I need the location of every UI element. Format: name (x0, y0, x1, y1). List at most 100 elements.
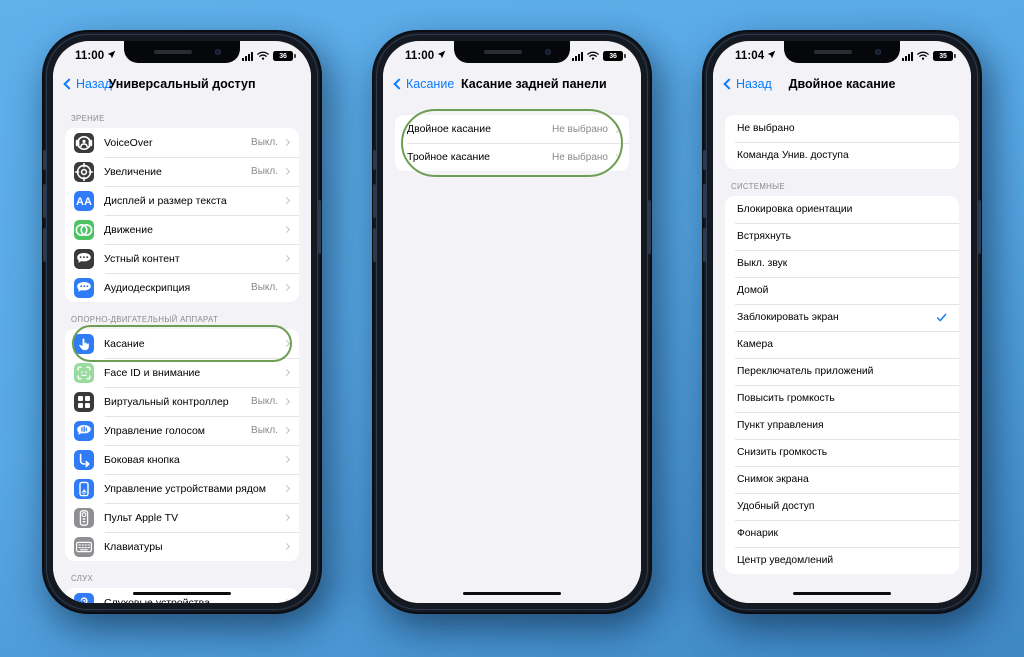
section-header: СИСТЕМНЫЕ (731, 182, 785, 191)
status-time: 11:00 (405, 50, 446, 62)
chevron-right-icon (282, 484, 291, 493)
home-indicator[interactable] (133, 591, 231, 595)
mute-switch[interactable] (373, 150, 376, 170)
settings-row[interactable]: Заблокировать экран (725, 304, 959, 331)
settings-row[interactable]: Повысить громкость (725, 385, 959, 412)
settings-row-label: Пульт Apple TV (104, 511, 179, 524)
settings-row-value: Выкл. (251, 137, 278, 148)
phone-screen: 11:04 35 Назад Двойное касание Не выбран… (713, 41, 971, 603)
back-button[interactable]: Назад (63, 77, 112, 91)
chevron-right-icon (282, 426, 291, 435)
spoken-content-icon (74, 248, 94, 269)
volume-down-button[interactable] (373, 228, 376, 262)
status-bar: 11:00 36 (383, 41, 641, 67)
settings-row[interactable]: Клавиатуры (65, 532, 299, 561)
settings-row-label: Устный контент (104, 252, 180, 265)
battery-icon: 36 (603, 51, 626, 61)
volume-up-button[interactable] (373, 184, 376, 218)
volume-up-button[interactable] (703, 184, 706, 218)
settings-row[interactable]: Слуховые устройства (65, 588, 299, 603)
chevron-right-icon (612, 153, 621, 161)
settings-row[interactable]: Управление устройствами рядом (65, 474, 299, 503)
settings-list[interactable]: Двойное касание Не выбрано Тройное касание… (383, 101, 641, 603)
settings-row[interactable]: Пункт управления (725, 412, 959, 439)
back-button[interactable]: Касание (393, 77, 455, 91)
volume-down-button[interactable] (703, 228, 706, 262)
navigation-bar: Назад Универсальный доступ (53, 67, 311, 101)
settings-row[interactable]: Пульт Apple TV (65, 503, 299, 532)
settings-group: Не выбрано Команда Унив. доступа (725, 115, 959, 169)
svg-text:AA: AA (76, 196, 92, 208)
hearing-devices-icon (74, 592, 94, 603)
settings-row[interactable]: Face ID и внимание (65, 358, 299, 387)
cellular-signal-icon (242, 51, 253, 61)
settings-row[interactable]: Выкл. звук (725, 250, 959, 277)
settings-row[interactable]: Управление голосом Выкл. (65, 416, 299, 445)
status-time: 11:00 (75, 50, 116, 62)
settings-row[interactable]: AA Дисплей и размер текста (65, 186, 299, 215)
chevron-right-icon (282, 339, 291, 348)
settings-row[interactable]: Домой (725, 277, 959, 304)
back-button-label: Касание (406, 77, 455, 91)
settings-row[interactable]: Движение (65, 215, 299, 244)
settings-row[interactable]: Встряхнуть (725, 223, 959, 250)
settings-row-label: Заблокировать экран (737, 312, 839, 323)
settings-row[interactable]: Фонарик (725, 520, 959, 547)
settings-group: Двойное касание Не выбрано Тройное касание… (395, 109, 629, 177)
nearby-devices-icon (74, 478, 94, 499)
settings-row[interactable]: Блокировка ориентации (725, 196, 959, 223)
settings-list[interactable]: ЗРЕНИЕ VoiceOver Выкл. Увеличение Выкл. AA Дис… (53, 101, 311, 603)
settings-row-label: Фонарик (737, 528, 778, 539)
motion-icon (74, 219, 94, 240)
settings-row[interactable]: Устный контент (65, 244, 299, 273)
settings-row[interactable]: Переключатель приложений (725, 358, 959, 385)
home-indicator[interactable] (463, 591, 561, 595)
settings-row[interactable]: Команда Унив. доступа (725, 142, 959, 169)
voice-control-icon (74, 420, 94, 441)
volume-up-button[interactable] (43, 184, 46, 218)
section-header: ЗРЕНИЕ (71, 114, 105, 123)
settings-row[interactable]: Удобный доступ (725, 493, 959, 520)
chevron-right-icon (282, 397, 291, 406)
cellular-signal-icon (572, 51, 583, 61)
settings-group: Слуховые устройства (65, 588, 299, 603)
chevron-left-icon (723, 78, 735, 90)
wifi-icon (587, 51, 599, 61)
settings-row[interactable]: Не выбрано (725, 115, 959, 142)
settings-row[interactable]: Центр уведомлений (725, 547, 959, 574)
wifi-icon (257, 51, 269, 61)
settings-row-label: Face ID и внимание (104, 366, 201, 379)
settings-row-label: Управление устройствами рядом (104, 482, 266, 495)
status-time-text: 11:00 (405, 50, 435, 62)
mute-switch[interactable] (43, 150, 46, 170)
settings-row[interactable]: Снизить громкость (725, 439, 959, 466)
touch-hand-icon (74, 333, 94, 354)
settings-row[interactable]: VoiceOver Выкл. (65, 128, 299, 157)
settings-row-value: Выкл. (251, 282, 278, 293)
settings-row-label: Дисплей и размер текста (104, 194, 227, 207)
back-button-label: Назад (76, 77, 112, 91)
mute-switch[interactable] (703, 150, 706, 170)
volume-down-button[interactable] (43, 228, 46, 262)
settings-row-value: Выкл. (251, 166, 278, 177)
wifi-icon (917, 51, 929, 61)
settings-row[interactable]: Касание (65, 329, 299, 358)
home-indicator[interactable] (793, 591, 891, 595)
settings-row[interactable]: Снимок экрана (725, 466, 959, 493)
settings-row[interactable]: Камера (725, 331, 959, 358)
status-indicators: 35 (902, 51, 956, 61)
power-button[interactable] (648, 200, 651, 254)
settings-row-label: Клавиатуры (104, 540, 163, 553)
chevron-right-icon (612, 125, 621, 133)
settings-row[interactable]: Аудиодескрипция Выкл. (65, 273, 299, 302)
back-button[interactable]: Назад (723, 77, 772, 91)
settings-row[interactable]: Боковая кнопка (65, 445, 299, 474)
power-button[interactable] (978, 200, 981, 254)
settings-row[interactable]: Увеличение Выкл. (65, 157, 299, 186)
settings-list[interactable]: Не выбрано Команда Унив. доступа СИСТЕМНЫЕ… (713, 101, 971, 603)
power-button[interactable] (318, 200, 321, 254)
settings-row[interactable]: Виртуальный контроллер Выкл. (65, 387, 299, 416)
settings-row[interactable]: Тройное касание Не выбрано (395, 143, 629, 171)
keyboards-icon (74, 536, 94, 557)
settings-row[interactable]: Двойное касание Не выбрано (395, 115, 629, 143)
